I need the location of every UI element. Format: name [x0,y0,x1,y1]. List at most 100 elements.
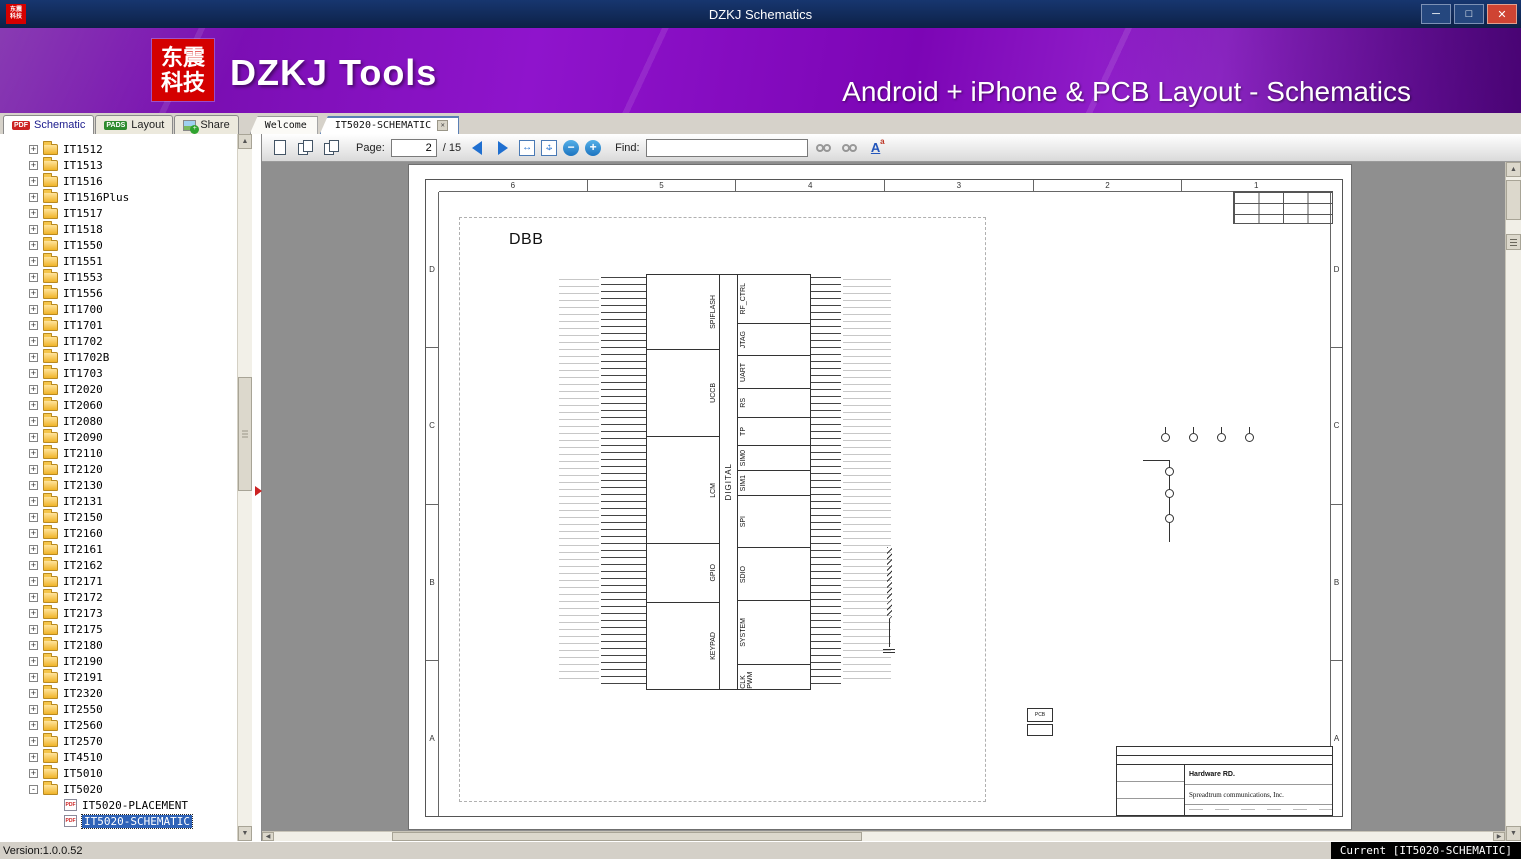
expand-toggle-icon[interactable]: + [29,160,38,170]
facing-pages-view-button[interactable] [322,138,342,158]
find-input[interactable] [645,138,808,157]
tab-layout[interactable]: PADS Layout [95,115,174,134]
tree-item[interactable]: + IT2560 [0,716,237,733]
tree-item[interactable]: + IT2550 [0,700,237,717]
expand-toggle-icon[interactable]: + [29,320,38,330]
expand-toggle-icon[interactable]: + [29,416,38,426]
scroll-right-icon[interactable] [1493,832,1505,841]
scroll-up-icon[interactable]: ▲ [238,134,252,149]
tree-item[interactable]: IT5020-PLACEMENT [0,797,237,813]
expand-toggle-icon[interactable]: + [29,176,38,186]
expand-toggle-icon[interactable]: + [29,192,38,202]
tree-item[interactable]: + IT1702 [0,332,237,349]
expand-toggle-icon[interactable]: + [29,464,38,474]
expand-toggle-icon[interactable]: + [29,272,38,282]
expand-toggle-icon[interactable]: + [29,448,38,458]
expand-toggle-icon[interactable]: + [29,592,38,602]
next-page-button[interactable] [493,138,513,158]
tree-item[interactable]: + IT2131 [0,492,237,509]
page-number-input[interactable] [390,138,437,157]
tree-item[interactable]: + IT1701 [0,316,237,333]
find-next-button[interactable] [840,138,860,158]
single-page-view-button[interactable] [270,138,290,158]
tree-item[interactable]: + IT1700 [0,300,237,317]
tree-item[interactable]: + IT2060 [0,396,237,413]
maximize-button[interactable]: □ [1454,4,1484,24]
scroll-left-icon[interactable] [262,832,274,841]
tree-item[interactable]: + IT2020 [0,380,237,397]
sidebar-scroll-track[interactable] [238,149,252,826]
tree-item[interactable]: + IT2162 [0,556,237,573]
fit-page-button[interactable] [541,139,558,156]
expand-toggle-icon[interactable]: + [29,752,38,762]
expand-toggle-icon[interactable]: + [29,576,38,586]
tree-item[interactable]: IT5020-SCHEMATIC [0,813,237,829]
tree-item[interactable]: + IT1513 [0,156,237,173]
expand-toggle-icon[interactable]: + [29,208,38,218]
tree-item[interactable]: + IT1512 [0,140,237,157]
expand-toggle-icon[interactable]: + [29,512,38,522]
tree-item[interactable]: + IT2180 [0,636,237,653]
expand-toggle-icon[interactable]: + [29,688,38,698]
tree-item[interactable]: + IT2130 [0,476,237,493]
page-list-menu-button[interactable] [1506,234,1521,250]
viewer-hscroll-thumb[interactable] [392,832,862,841]
scroll-down-icon[interactable] [1506,826,1521,841]
tree-item[interactable]: + IT2120 [0,460,237,477]
expand-toggle-icon[interactable]: + [29,608,38,618]
expand-toggle-icon[interactable]: + [29,672,38,682]
viewer-vscroll-thumb[interactable] [1506,180,1521,220]
tree-item[interactable]: + IT1553 [0,268,237,285]
splitter-collapse-handle[interactable] [255,486,262,496]
tree-item[interactable]: + IT4510 [0,748,237,765]
tree-item[interactable]: + IT1556 [0,284,237,301]
tree-item[interactable]: + IT2320 [0,684,237,701]
expand-toggle-icon[interactable]: + [29,496,38,506]
tree-item[interactable]: + IT1550 [0,236,237,253]
fit-width-button[interactable] [519,139,536,156]
scroll-down-icon[interactable]: ▼ [238,826,252,841]
tree-item[interactable]: + IT2570 [0,732,237,749]
tree-item[interactable]: + IT2190 [0,652,237,669]
expand-toggle-icon[interactable]: + [29,560,38,570]
tree-item[interactable]: + IT1518 [0,220,237,237]
zoom-in-button[interactable] [585,139,602,156]
expand-toggle-icon[interactable]: + [29,384,38,394]
tree-item[interactable]: + IT2150 [0,508,237,525]
tree-item[interactable]: + IT5010 [0,764,237,781]
expand-toggle-icon[interactable]: + [29,656,38,666]
tree-item[interactable]: - IT5020 [0,780,237,797]
tree-item[interactable]: + IT2161 [0,540,237,557]
expand-toggle-icon[interactable]: + [29,224,38,234]
viewer-horizontal-scrollbar[interactable] [262,831,1505,841]
expand-toggle-icon[interactable]: + [29,432,38,442]
expand-toggle-icon[interactable]: + [29,304,38,314]
tree-item[interactable]: + IT2080 [0,412,237,429]
sidebar-scroll-thumb[interactable] [238,377,252,491]
zoom-out-button[interactable] [563,139,580,156]
viewer-vertical-scrollbar[interactable] [1505,162,1521,841]
tree-item[interactable]: + IT1551 [0,252,237,269]
expand-toggle-icon[interactable]: + [29,544,38,554]
expand-toggle-icon[interactable]: - [29,784,38,794]
tree-item[interactable]: + IT2090 [0,428,237,445]
doc-tab-welcome[interactable]: Welcome [249,116,318,134]
expand-toggle-icon[interactable]: + [29,528,38,538]
find-previous-button[interactable] [814,138,834,158]
close-tab-icon[interactable] [437,120,449,131]
tab-schematic[interactable]: PDF Schematic [3,115,95,134]
tree-item[interactable]: + IT2172 [0,588,237,605]
tree-item[interactable]: + IT1516 [0,172,237,189]
tab-share[interactable]: Share [174,115,239,134]
tree-item[interactable]: + IT2173 [0,604,237,621]
tree-item[interactable]: + IT2171 [0,572,237,589]
expand-toggle-icon[interactable]: + [29,144,38,154]
tree-item[interactable]: + IT1516Plus [0,188,237,205]
font-size-button[interactable] [866,137,886,158]
expand-toggle-icon[interactable]: + [29,336,38,346]
expand-toggle-icon[interactable]: + [29,480,38,490]
expand-toggle-icon[interactable]: + [29,736,38,746]
scroll-up-icon[interactable] [1506,162,1521,177]
tree-item[interactable]: + IT1517 [0,204,237,221]
expand-toggle-icon[interactable]: + [29,640,38,650]
